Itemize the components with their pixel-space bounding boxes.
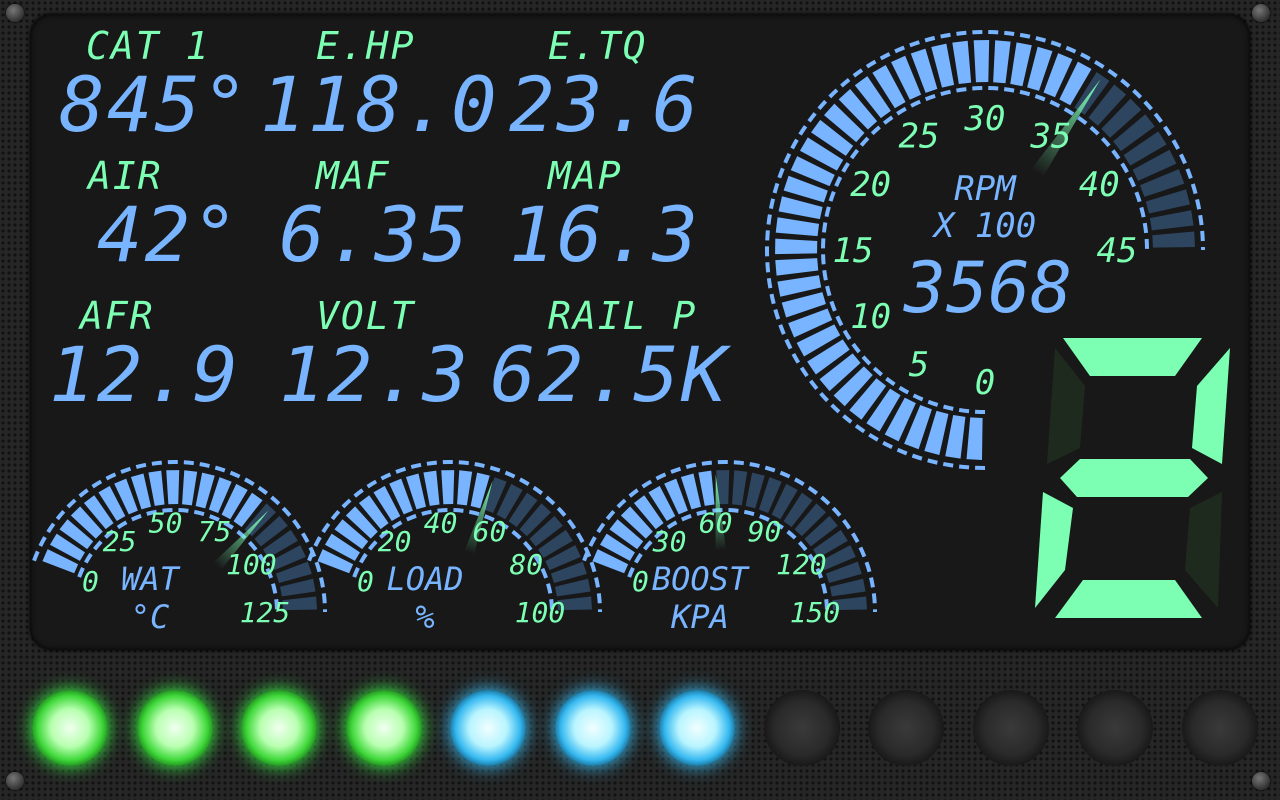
gauge-load-tick-label: 20	[378, 525, 412, 558]
rpm-gauge-tick-label: 5	[909, 345, 929, 385]
rpm-gauge-segment	[1152, 231, 1195, 248]
rpm-unit: X 100	[931, 206, 1036, 246]
gauge-unit: KPA	[670, 598, 729, 636]
shift-light-cyan	[659, 690, 735, 766]
shift-light-off	[763, 690, 840, 766]
shift-light-green	[241, 690, 317, 766]
shift-light-green	[345, 690, 422, 766]
gauge-wat-segment	[182, 470, 198, 506]
rpm-gauge-tick-label: 10	[850, 297, 891, 337]
rpm-gauge-segment	[966, 417, 983, 460]
gauge-boost-tick-label: 120	[776, 548, 827, 581]
rpm-gauge-tick-label: 45	[1097, 231, 1138, 271]
gauge-load-tick-label: 40	[424, 506, 458, 539]
gauge-label: BOOST	[652, 560, 750, 598]
rpm-gauge-segment	[775, 217, 820, 237]
shift-light-off	[972, 690, 1049, 766]
shift-light-cyan	[450, 690, 526, 766]
rpm-label: RPM	[954, 169, 1017, 209]
rpm-gauge-segment	[1010, 42, 1032, 87]
shift-light-green	[136, 690, 213, 766]
gauges-layer: 0510152025 30 354045RPMX 100356802550 75100…	[32, 30, 1230, 636]
gauge-load-segment	[441, 470, 455, 505]
gear-segment-a	[1063, 338, 1202, 376]
gauge-boost-segment	[830, 578, 866, 597]
shift-light-off	[1181, 690, 1258, 766]
gauge-wat-segment	[166, 470, 180, 505]
gauge-wat-tick-label: 50	[149, 506, 183, 539]
gauge-boost-tick-label: 150	[790, 596, 841, 629]
gauge-load-segment	[457, 470, 473, 506]
rpm-gauge-tick-label: 40	[1079, 165, 1120, 205]
shift-light-cyan	[554, 690, 631, 766]
gauge-unit: %	[415, 598, 434, 636]
rpm-gauge-tick-label: 20	[850, 165, 891, 205]
gauge-wat-tick-label: 75	[198, 515, 232, 548]
rpm-gauge-segment	[777, 275, 822, 297]
gauge-wat-tick-label: 0	[82, 565, 99, 598]
shift-light-off	[868, 690, 944, 766]
gauge-load-tick-label: 80	[509, 548, 543, 581]
rpm-value: 3568	[903, 247, 1073, 329]
gear-segment-d	[1055, 580, 1202, 618]
gauge-boost-segment	[698, 470, 715, 506]
gauge-label: WAT	[121, 560, 181, 598]
gauge-load-segment	[423, 470, 440, 506]
shift-light-green	[32, 690, 108, 766]
gauge-wat-segment	[280, 578, 316, 597]
rpm-gauge-segment	[993, 40, 1011, 84]
gear-segment-g	[1060, 459, 1208, 497]
shift-light-off	[1077, 690, 1153, 766]
gauge-unit: °C	[131, 598, 170, 636]
gauge-wat-tick-label: 125	[240, 596, 291, 629]
gauge-boost-tick-label: 0	[632, 565, 649, 598]
gauge-boost-tick-label: 60	[699, 506, 733, 539]
gauge-boost-tick-label: 30	[652, 525, 687, 558]
rpm-gauge-segment	[1149, 210, 1194, 231]
gear-segment-c	[1185, 492, 1222, 608]
rpm-gauge-tick-label: 30	[964, 99, 1006, 139]
rpm-gauge-segment	[775, 258, 819, 276]
gauge-boost-tick-label: 90	[748, 515, 782, 548]
rpm-gauge-segment	[973, 40, 990, 83]
rpm-gauge-segment	[952, 40, 972, 85]
gauge-boost-segment	[732, 470, 748, 506]
rpm-gauge-tick-label: 0	[975, 363, 995, 403]
gauge-label: LOAD	[386, 560, 463, 598]
gauge-wat-tick-label: 25	[103, 525, 137, 558]
gauge-load-tick-label: 0	[357, 565, 374, 598]
gauge-wat-segment	[148, 470, 165, 506]
rpm-gauge-tick-label: 25	[899, 117, 940, 157]
rpm-gauge-segment	[945, 414, 966, 459]
gauge-load-tick-label: 100	[515, 596, 566, 629]
rpm-gauge-tick-label: 15	[833, 231, 874, 271]
gauge-load-segment	[555, 578, 591, 597]
gear-segment-f	[1047, 348, 1085, 464]
gear-segment-e	[1035, 492, 1073, 608]
gear-segment-b	[1192, 348, 1230, 464]
rpm-gauge-segment	[775, 238, 818, 255]
